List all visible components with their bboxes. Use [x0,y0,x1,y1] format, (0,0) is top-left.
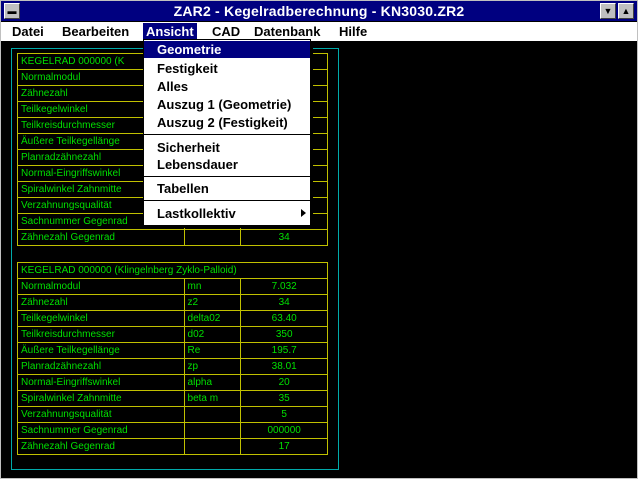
menuitem-festigkeit[interactable]: Festigkeit [144,60,310,77]
row-value: 000000 [240,422,328,439]
row-symbol: zp [183,358,242,375]
row-label: Planradzähnezahl [17,358,185,375]
row-label: Verzahnungsqualität [17,406,185,423]
menu-ansicht[interactable]: Ansicht [143,23,197,40]
row-symbol [183,438,242,455]
menuitem-auszug-1[interactable]: Auszug 1 (Geometrie) [144,96,310,113]
menuitem-geometrie[interactable]: Geometrie [144,41,310,58]
row-symbol: beta m [183,390,242,407]
menuitem-sicherheit[interactable]: Sicherheit [144,139,310,156]
menu-datenbank[interactable]: Datenbank [251,23,323,40]
row-value: 195.7 [240,342,328,359]
menu-bearbeiten[interactable]: Bearbeiten [59,23,132,40]
row-symbol: alpha [183,374,242,391]
menuitem-lastkollektiv[interactable]: Lastkollektiv [144,205,310,222]
row-symbol [183,422,242,439]
row-value: 34 [240,229,328,246]
maximize-icon[interactable]: ▲ [618,3,634,19]
row-symbol [183,229,242,246]
menuitem-lebensdauer[interactable]: Lebensdauer [144,156,310,173]
row-symbol: mn [183,278,242,295]
menu-datei[interactable]: Datei [9,23,47,40]
title-bar[interactable]: ▬ ZAR2 - Kegelradberechnung - KN3030.ZR2… [1,1,637,21]
row-label: Normal-Eingriffswinkel [17,374,185,391]
row-value: 350 [240,326,328,343]
row-label: Spiralwinkel Zahnmitte [17,390,185,407]
row-value: 17 [240,438,328,455]
table-row: Teilkreisdurchmesser d02 350 [17,326,328,343]
table-row: Zähnezahl Gegenrad 17 [17,438,328,455]
row-value: 38.01 [240,358,328,375]
row-value: 34 [240,294,328,311]
row-label: Teilkegelwinkel [17,310,185,327]
row-symbol: delta02 [183,310,242,327]
row-symbol: Re [183,342,242,359]
row-value: 20 [240,374,328,391]
table-row: Teilkegelwinkel delta02 63.40 [17,310,328,327]
menu-cad[interactable]: CAD [209,23,243,40]
menu-bar: Datei Bearbeiten Ansicht CAD Datenbank H… [1,22,637,42]
ansicht-dropdown: Geometrie Festigkeit Alles Auszug 1 (Geo… [143,39,311,226]
table-row: Normal-Eingriffswinkel alpha 20 [17,374,328,391]
row-label: Äußere Teilkegellänge [17,342,185,359]
minimize-icon[interactable]: ▼ [600,3,616,19]
table-row: Sachnummer Gegenrad 000000 [17,422,328,439]
table-row: Spiralwinkel Zahnmitte beta m 35 [17,390,328,407]
menu-separator [144,176,310,177]
row-label: Zähnezahl Gegenrad [17,229,185,246]
menuitem-alles[interactable]: Alles [144,78,310,95]
submenu-arrow-icon [301,209,306,217]
row-label: Teilkreisdurchmesser [17,326,185,343]
row-symbol: z2 [183,294,242,311]
menuitem-auszug-2[interactable]: Auszug 2 (Festigkeit) [144,114,310,131]
row-symbol [183,406,242,423]
row-symbol: d02 [183,326,242,343]
window-title: ZAR2 - Kegelradberechnung - KN3030.ZR2 [173,3,465,19]
row-label: Sachnummer Gegenrad [17,422,185,439]
table-row: Normalmodul mn 7.032 [17,278,328,295]
row-value: 35 [240,390,328,407]
row-value: 7.032 [240,278,328,295]
table-row: Zähnezahl Gegenrad 34 [17,229,328,246]
row-label: Normalmodul [17,278,185,295]
menu-separator [144,134,310,135]
row-value: 63.40 [240,310,328,327]
row-label: Zähnezahl [17,294,185,311]
table2-header: KEGELRAD 000000 (Klingelnberg Zyklo-Pall… [17,262,328,279]
menu-hilfe[interactable]: Hilfe [336,23,370,40]
table-row: Äußere Teilkegellänge Re 195.7 [17,342,328,359]
menuitem-lastkollektiv-label: Lastkollektiv [157,206,236,221]
menuitem-tabellen[interactable]: Tabellen [144,180,310,197]
table-row: Planradzähnezahl zp 38.01 [17,358,328,375]
table-row: Zähnezahl z2 34 [17,294,328,311]
table-row: Verzahnungsqualität 5 [17,406,328,423]
menu-separator [144,200,310,201]
gear-table-2: KEGELRAD 000000 (Klingelnberg Zyklo-Pall… [17,262,328,455]
row-label: Zähnezahl Gegenrad [17,438,185,455]
row-value: 5 [240,406,328,423]
